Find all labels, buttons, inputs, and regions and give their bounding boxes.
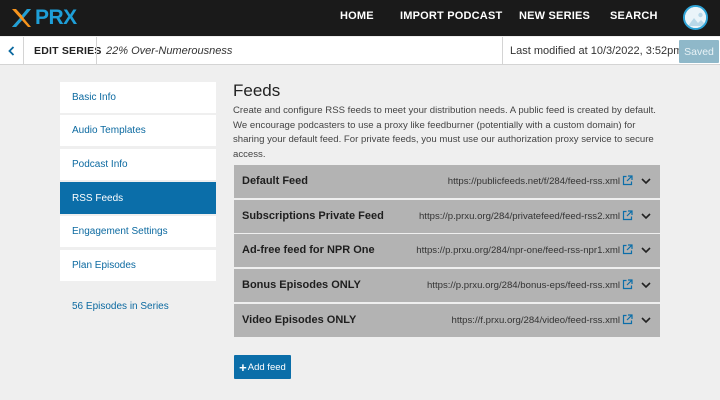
nav-new-series-link[interactable]: NEW SERIES — [519, 10, 590, 22]
nav-import-podcast-link[interactable]: IMPORT PODCAST — [400, 10, 502, 22]
add-feed-label: Add feed — [247, 361, 286, 373]
divider — [502, 37, 503, 65]
feed-url: https://p.prxu.org/284/npr-one/feed-rss-… — [416, 245, 620, 256]
sidebar-item-plan-episodes[interactable]: Plan Episodes — [60, 250, 216, 281]
feed-row[interactable]: Subscriptions Private Feed https://p.prx… — [234, 200, 660, 233]
feeds-description: Create and configure RSS feeds to meet y… — [233, 105, 656, 160]
feed-name: Ad-free feed for NPR One — [242, 244, 375, 256]
chevron-down-icon[interactable] — [641, 212, 651, 220]
sidebar-item-rss-feeds[interactable]: RSS Feeds — [60, 182, 216, 214]
external-link-icon[interactable] — [622, 175, 633, 186]
section-label: EDIT SERIES — [34, 45, 102, 57]
external-link-icon[interactable] — [622, 279, 633, 290]
feed-name: Subscriptions Private Feed — [242, 210, 384, 222]
feed-name: Default Feed — [242, 175, 309, 187]
back-button[interactable] — [0, 37, 24, 65]
feed-row[interactable]: Video Episodes ONLY https://f.prxu.org/2… — [234, 304, 660, 337]
chevron-down-icon[interactable] — [641, 246, 651, 254]
feed-url: https://f.prxu.org/284/video/feed-rss.xm… — [451, 315, 621, 326]
feed-row[interactable]: Bonus Episodes ONLY https://p.prxu.org/2… — [234, 269, 660, 302]
sidebar-item-basic-info[interactable]: Basic Info — [60, 82, 216, 113]
chevron-down-icon[interactable] — [641, 281, 651, 289]
feed-row[interactable]: Ad-free feed for NPR One https://p.prxu.… — [234, 234, 660, 267]
nav-search-link[interactable]: SEARCH — [610, 10, 658, 22]
nav-home-link[interactable]: HOME — [340, 10, 374, 22]
top-navbar: PRX HOME IMPORT PODCAST NEW SERIES SEARC… — [0, 0, 720, 36]
feed-name: Bonus Episodes ONLY — [242, 279, 361, 291]
feed-url: https://p.prxu.org/284/bonus-eps/feed-rs… — [426, 280, 620, 291]
plus-icon: + — [239, 359, 247, 375]
feed-name: Video Episodes ONLY — [242, 314, 357, 326]
episodes-in-series-link[interactable]: 56 Episodes in Series — [72, 301, 169, 312]
chevron-down-icon[interactable] — [641, 177, 651, 185]
external-link-icon[interactable] — [622, 210, 633, 221]
saved-button[interactable]: Saved — [679, 40, 719, 63]
divider — [96, 37, 97, 65]
chevron-down-icon[interactable] — [641, 316, 651, 324]
feed-row[interactable]: Default Feed https://publicfeeds.net/f/2… — [234, 165, 660, 198]
feed-url: https://publicfeeds.net/f/284/feed-rss.x… — [447, 176, 620, 187]
last-modified-text: Last modified at 10/3/2022, 3:52pm — [510, 45, 683, 57]
page-title: Feeds — [233, 81, 281, 100]
chevron-left-icon — [8, 46, 15, 56]
user-avatar[interactable] — [683, 5, 708, 30]
sidebar-item-audio-templates[interactable]: Audio Templates — [60, 115, 216, 146]
feed-url: https://p.prxu.org/284/privatefeed/feed-… — [418, 211, 620, 222]
sidebar-item-podcast-info[interactable]: Podcast Info — [60, 149, 216, 180]
add-feed-button[interactable]: + Add feed — [234, 355, 291, 379]
series-title: 22% Over-Numerousness — [106, 45, 233, 57]
external-link-icon[interactable] — [622, 314, 633, 325]
external-link-icon[interactable] — [622, 244, 633, 255]
edit-series-bar: EDIT SERIES 22% Over-Numerousness Last m… — [0, 37, 720, 65]
sidebar-item-engagement-settings[interactable]: Engagement Settings — [60, 216, 216, 247]
